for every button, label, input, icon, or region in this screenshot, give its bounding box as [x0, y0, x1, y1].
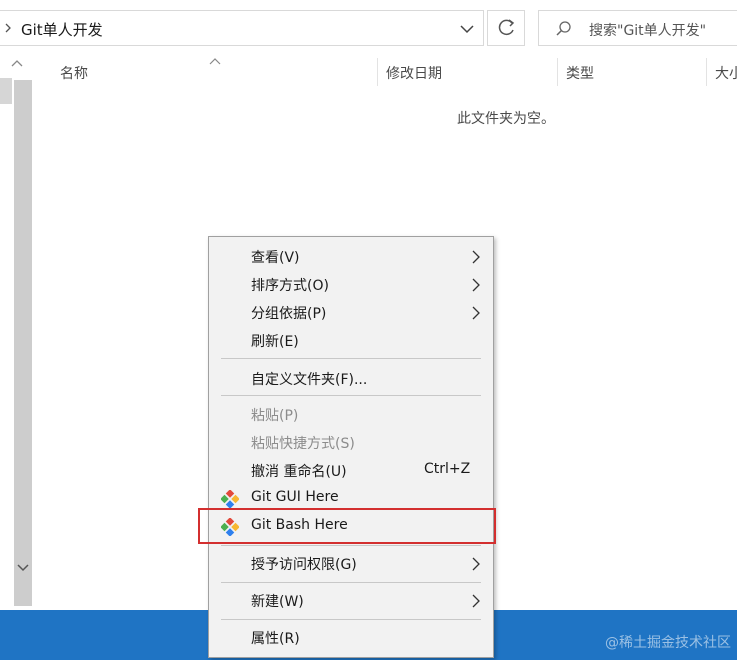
menu-item-label: Git Bash Here	[251, 517, 348, 533]
menu-item-label: 刷新(E)	[251, 334, 299, 350]
menu-item-label: 自定义文件夹(F)...	[251, 372, 368, 388]
nav-expand-icon[interactable]	[6, 56, 28, 70]
menu-item-label: 属性(R)	[251, 631, 300, 647]
git-icon	[220, 489, 240, 509]
column-divider[interactable]	[377, 58, 378, 86]
menu-item-label: Git GUI Here	[251, 489, 339, 505]
menu-item-properties[interactable]: 属性(R)	[209, 624, 493, 652]
nav-scrollbar[interactable]	[14, 80, 32, 606]
menu-item-label: 粘贴(P)	[251, 408, 299, 424]
nav-selected-item[interactable]	[0, 78, 12, 104]
search-input[interactable]: 搜索"Git单人开发"	[589, 20, 706, 40]
menu-item-customize-folder[interactable]: 自定义文件夹(F)...	[209, 365, 493, 393]
refresh-icon	[498, 19, 515, 36]
search-box[interactable]: 搜索"Git单人开发"	[538, 10, 737, 46]
submenu-arrow-icon	[471, 305, 481, 321]
column-divider[interactable]	[706, 58, 707, 86]
menu-item-refresh[interactable]: 刷新(E)	[209, 327, 493, 355]
column-divider[interactable]	[557, 58, 558, 86]
menu-item-git-gui-here[interactable]: Git GUI Here	[209, 485, 493, 513]
refresh-button[interactable]	[487, 10, 525, 46]
menu-item-label: 授予访问权限(G)	[251, 557, 357, 573]
submenu-arrow-icon	[471, 556, 481, 572]
empty-folder-message: 此文件夹为空。	[457, 111, 555, 127]
menu-item-paste-shortcut: 粘贴快捷方式(S)	[209, 429, 493, 457]
menu-item-label: 新建(W)	[251, 594, 304, 610]
menu-item-label: 分组依据(P)	[251, 306, 327, 322]
menu-separator	[221, 395, 481, 396]
address-toolbar: Git单人开发 搜索"Git单人开发"	[0, 0, 737, 56]
column-size[interactable]: 大小	[715, 63, 737, 83]
scroll-down-icon[interactable]	[14, 556, 32, 578]
column-date-modified[interactable]: 修改日期	[386, 63, 442, 83]
menu-separator	[221, 582, 481, 583]
submenu-arrow-icon	[471, 249, 481, 265]
address-history-dropdown-icon[interactable]	[457, 20, 477, 38]
column-header-row: 名称 修改日期 类型 大小	[36, 56, 737, 88]
address-bar[interactable]: Git单人开发	[0, 10, 484, 46]
git-icon	[220, 517, 240, 537]
menu-item-view[interactable]: 查看(V)	[209, 243, 493, 271]
menu-item-label: 查看(V)	[251, 250, 300, 266]
menu-item-git-bash-here[interactable]: Git Bash Here	[209, 513, 493, 541]
menu-item-new[interactable]: 新建(W)	[209, 587, 493, 615]
menu-separator	[221, 358, 481, 359]
menu-item-undo-rename[interactable]: 撤消 重命名(U) Ctrl+Z	[209, 457, 493, 485]
menu-separator	[221, 619, 481, 620]
address-path[interactable]: Git单人开发	[21, 19, 103, 40]
sort-ascending-icon	[208, 54, 222, 65]
breadcrumb-chevron-icon[interactable]	[3, 20, 17, 36]
context-menu: 查看(V) 排序方式(O) 分组依据(P) 刷新(E) 自定义文件夹(F)...…	[208, 236, 494, 658]
search-icon	[555, 20, 573, 38]
submenu-arrow-icon	[471, 277, 481, 293]
menu-item-label: 粘贴快捷方式(S)	[251, 436, 355, 452]
menu-item-group-by[interactable]: 分组依据(P)	[209, 299, 493, 327]
menu-item-give-access[interactable]: 授予访问权限(G)	[209, 550, 493, 578]
navigation-pane[interactable]	[0, 56, 36, 610]
column-type[interactable]: 类型	[566, 63, 594, 83]
menu-item-sort-by[interactable]: 排序方式(O)	[209, 271, 493, 299]
menu-item-label: 排序方式(O)	[251, 278, 329, 294]
column-name[interactable]: 名称	[60, 63, 88, 83]
menu-item-label: 撤消 重命名(U)	[251, 464, 347, 480]
menu-item-shortcut: Ctrl+Z	[424, 461, 471, 477]
submenu-arrow-icon	[471, 593, 481, 609]
menu-item-paste: 粘贴(P)	[209, 401, 493, 429]
watermark: @稀土掘金技术社区	[605, 635, 731, 651]
menu-separator	[221, 545, 481, 546]
